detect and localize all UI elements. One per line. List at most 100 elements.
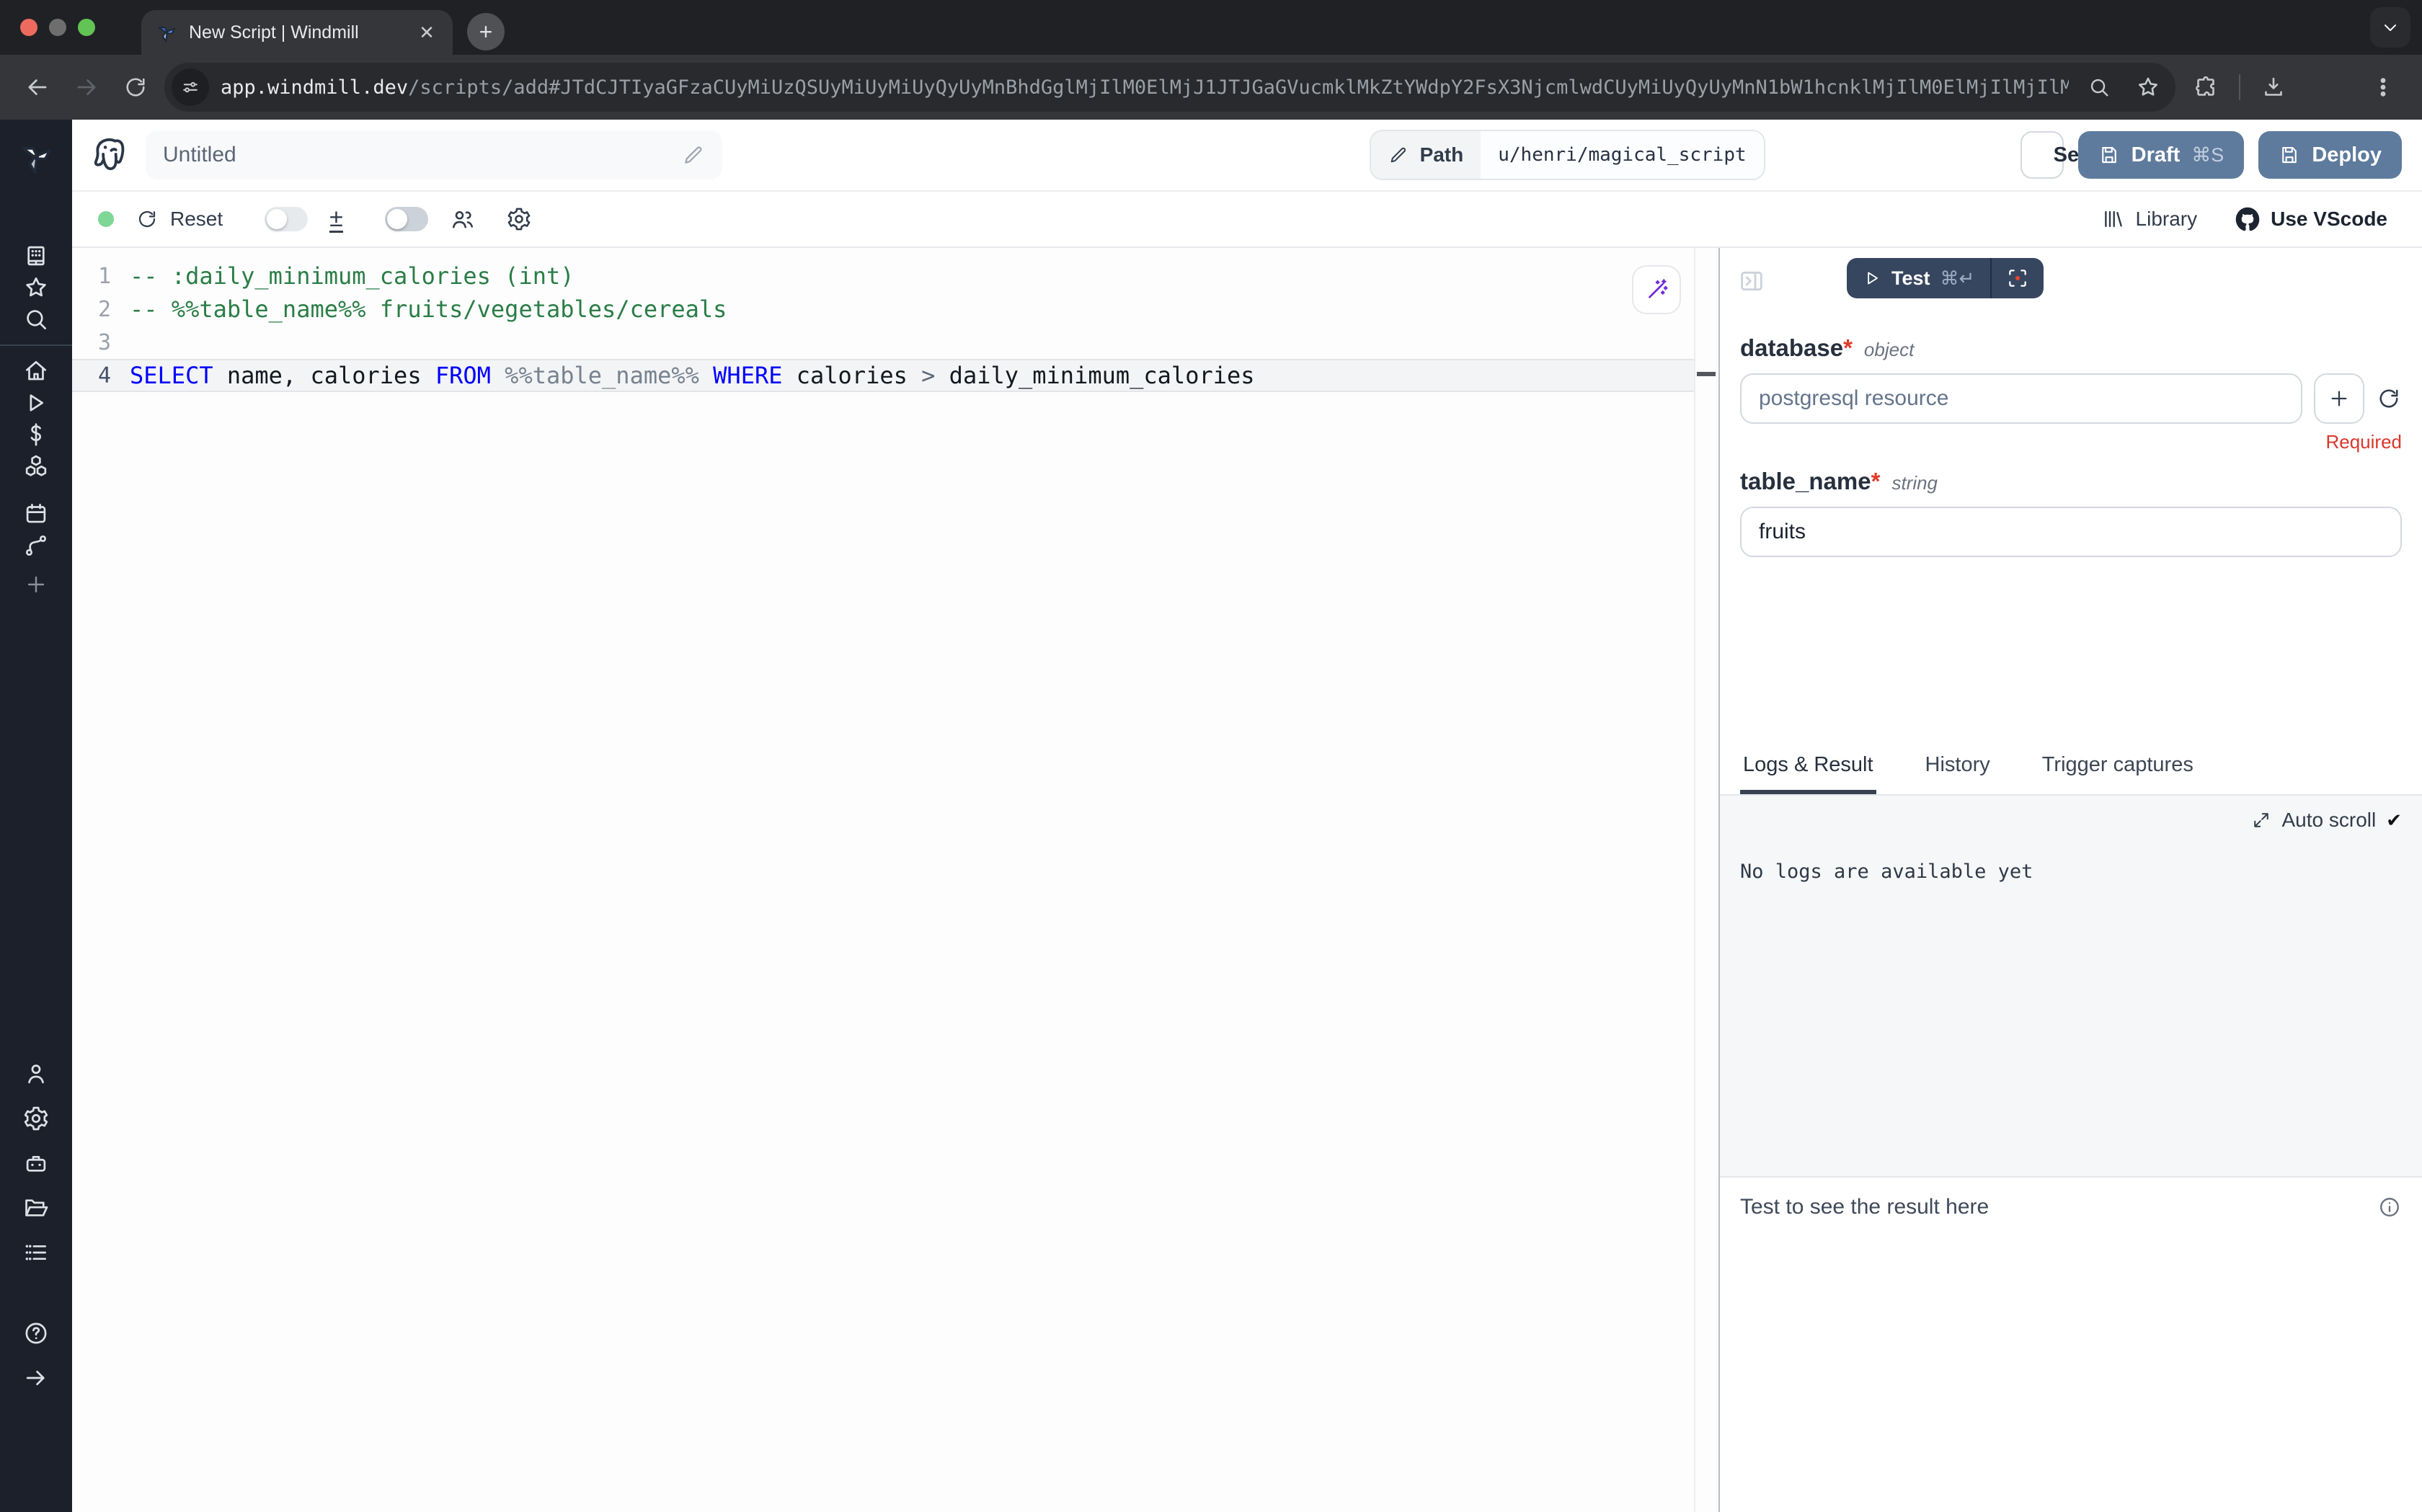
collapse-panel-icon[interactable] bbox=[1737, 267, 1766, 295]
github-icon bbox=[2235, 206, 2261, 232]
code-lines: 1-- :daily_minimum_calories (int)2-- %%t… bbox=[72, 259, 1718, 392]
reset-label: Reset bbox=[170, 208, 223, 231]
app-sidebar bbox=[0, 120, 72, 1512]
deploy-button[interactable]: Deploy bbox=[2258, 131, 2402, 179]
chevron-down-icon bbox=[2380, 17, 2400, 37]
draft-shortcut: ⌘S bbox=[2191, 144, 2224, 166]
reset-button[interactable]: Reset bbox=[136, 208, 223, 231]
maximize-window-button[interactable] bbox=[78, 19, 95, 36]
browser-tab[interactable]: New Script | Windmill ✕ bbox=[141, 10, 453, 55]
site-settings-icon[interactable] bbox=[172, 68, 209, 106]
sidebar-item-help[interactable] bbox=[12, 1312, 61, 1355]
refresh-resources-button[interactable] bbox=[2376, 386, 2402, 412]
ai-assistant-button[interactable] bbox=[1632, 265, 1681, 314]
sidebar-item-users[interactable] bbox=[12, 1052, 61, 1095]
run-panel: Test ⌘↵ database* object bbox=[1718, 248, 2422, 1512]
add-resource-button[interactable] bbox=[2314, 373, 2364, 424]
tab-search-button[interactable] bbox=[2370, 7, 2410, 48]
sidebar-item-schedules[interactable] bbox=[12, 499, 61, 529]
expand-icon bbox=[2251, 810, 2271, 830]
minimize-window-button[interactable] bbox=[49, 19, 66, 36]
sidebar-item-workers[interactable] bbox=[12, 1142, 61, 1185]
magic-wand-icon bbox=[1643, 276, 1670, 303]
bookmark-star-icon[interactable] bbox=[2129, 74, 2167, 100]
browser-chrome: New Script | Windmill ✕ + app.windmill.d… bbox=[0, 0, 2422, 120]
reload-button[interactable] bbox=[115, 67, 156, 107]
settings-button[interactable]: Settings bbox=[2020, 131, 2064, 179]
back-button[interactable] bbox=[17, 67, 58, 107]
extensions-icon[interactable] bbox=[2184, 74, 2227, 100]
info-icon[interactable] bbox=[2377, 1195, 2402, 1219]
save-icon bbox=[2279, 144, 2300, 166]
test-button[interactable]: Test ⌘↵ bbox=[1847, 258, 2044, 298]
url-path: /scripts/add#JTdCJTIyaGFzaCUyMiUzQSUyMiU… bbox=[408, 76, 2069, 99]
sidebar-item-favorites[interactable] bbox=[12, 272, 61, 303]
windmill-logo[interactable] bbox=[17, 128, 55, 186]
sidebar-item-search[interactable] bbox=[12, 304, 61, 334]
editor-settings-icon[interactable] bbox=[506, 206, 532, 232]
tab-title: New Script | Windmill bbox=[189, 22, 404, 43]
deploy-label: Deploy bbox=[2312, 143, 2382, 167]
code-line-3[interactable]: 3 bbox=[72, 326, 1694, 359]
sidebar-item-settings[interactable] bbox=[12, 1097, 61, 1140]
sidebar-item-home[interactable] bbox=[12, 356, 61, 386]
diff-toggle[interactable] bbox=[265, 207, 308, 231]
required-note: Required bbox=[1740, 431, 2402, 453]
line-number: 2 bbox=[72, 297, 130, 322]
sidebar-item-resources[interactable] bbox=[12, 451, 61, 481]
play-icon bbox=[1863, 269, 1881, 288]
table-name-input[interactable]: fruits bbox=[1740, 507, 2402, 557]
sidebar-item-flows[interactable] bbox=[12, 530, 61, 561]
code-line-2[interactable]: 2-- %%table_name%% fruits/vegetables/cer… bbox=[72, 293, 1694, 326]
tab-logs-result[interactable]: Logs & Result bbox=[1740, 742, 1876, 794]
line-number: 1 bbox=[72, 264, 130, 289]
window-controls bbox=[0, 0, 110, 55]
watch-mode-icon[interactable] bbox=[1992, 258, 2044, 298]
result-placeholder: Test to see the result here bbox=[1740, 1195, 1989, 1219]
code-editor[interactable]: 1-- :daily_minimum_calories (int)2-- %%t… bbox=[72, 248, 1718, 1512]
sidebar-item-add[interactable] bbox=[12, 569, 61, 600]
draft-button[interactable]: Draft ⌘S bbox=[2078, 131, 2245, 179]
zoom-page-icon[interactable] bbox=[2080, 75, 2118, 99]
browser-menu-icon[interactable] bbox=[2361, 76, 2405, 99]
line-number: 4 bbox=[72, 363, 130, 388]
downloads-icon[interactable] bbox=[2252, 74, 2295, 100]
vscode-label: Use VScode bbox=[2271, 208, 2387, 231]
new-tab-button[interactable]: + bbox=[467, 13, 505, 50]
script-summary-value: Untitled bbox=[163, 143, 682, 167]
edit-pencil-icon bbox=[682, 143, 705, 166]
field-name-database: database* bbox=[1740, 334, 1853, 362]
test-shortcut: ⌘↵ bbox=[1940, 267, 1975, 290]
code-text: SELECT name, calories FROM %%table_name%… bbox=[130, 362, 1255, 389]
tab-trigger-captures[interactable]: Trigger captures bbox=[2039, 742, 2196, 794]
draft-label: Draft bbox=[2132, 143, 2181, 167]
status-dot bbox=[98, 211, 114, 227]
auto-scroll-control[interactable]: Auto scroll ✔ bbox=[1740, 809, 2402, 832]
sidebar-expand-icon[interactable] bbox=[12, 1356, 61, 1400]
script-summary-input[interactable]: Untitled bbox=[146, 130, 722, 179]
tab-history[interactable]: History bbox=[1922, 742, 1993, 794]
code-text: -- %%table_name%% fruits/vegetables/cere… bbox=[130, 295, 727, 323]
script-header: Untitled Path u/henri/magical_script Set… bbox=[72, 120, 2422, 192]
close-window-button[interactable] bbox=[20, 19, 37, 36]
sidebar-item-variables[interactable] bbox=[12, 419, 61, 450]
profile-avatar[interactable] bbox=[2310, 68, 2347, 106]
multiplayer-toggle[interactable] bbox=[385, 207, 428, 231]
sidebar-item-audit-logs[interactable] bbox=[12, 1231, 61, 1274]
use-vscode-button[interactable]: Use VScode bbox=[2235, 206, 2387, 232]
path-chip[interactable]: Path u/henri/magical_script bbox=[1370, 130, 1765, 180]
forward-button[interactable] bbox=[66, 67, 107, 107]
test-label: Test bbox=[1891, 267, 1930, 290]
sidebar-divider bbox=[0, 344, 72, 346]
database-resource-select[interactable]: postgresql resource bbox=[1740, 373, 2302, 424]
address-bar[interactable]: app.windmill.dev/scripts/add#JTdCJTIyaGF… bbox=[164, 63, 2175, 112]
sidebar-item-runs[interactable] bbox=[12, 388, 61, 418]
sidebar-item-folders[interactable] bbox=[12, 1186, 61, 1229]
sidebar-item-workspace[interactable] bbox=[12, 241, 61, 271]
code-line-1[interactable]: 1-- :daily_minimum_calories (int) bbox=[72, 259, 1694, 293]
library-button[interactable]: Library bbox=[2101, 207, 2198, 231]
code-line-4[interactable]: 4SELECT name, calories FROM %%table_name… bbox=[72, 359, 1694, 392]
tab-close-icon[interactable]: ✕ bbox=[415, 21, 438, 44]
table-name-value: fruits bbox=[1759, 520, 1806, 544]
result-panel: Test to see the result here bbox=[1720, 1176, 2422, 1512]
